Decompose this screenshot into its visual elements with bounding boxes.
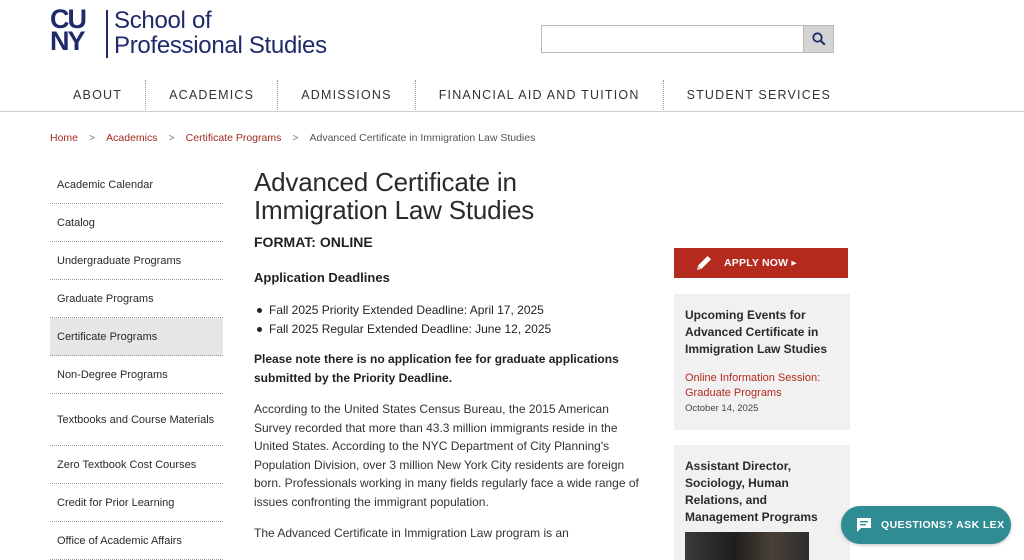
sidebar-item-non-degree-programs[interactable]: Non-Degree Programs bbox=[50, 356, 223, 394]
breadcrumb: Home > Academics > Certificate Programs … bbox=[50, 132, 535, 144]
apply-now-button[interactable]: APPLY NOW ▸ bbox=[674, 248, 848, 278]
nav-divider bbox=[0, 111, 1024, 112]
deadlines-heading: Application Deadlines bbox=[254, 270, 390, 285]
sidebar-item-undergraduate-programs[interactable]: Undergraduate Programs bbox=[50, 242, 223, 280]
intro-paragraph: According to the United States Census Bu… bbox=[254, 402, 639, 509]
breadcrumb-certificate-programs[interactable]: Certificate Programs bbox=[186, 132, 282, 144]
sidebar-item-credit-prior-learning[interactable]: Credit for Prior Learning bbox=[50, 484, 223, 522]
breadcrumb-current: Advanced Certificate in Immigration Law … bbox=[309, 132, 536, 144]
deadlines-list: Fall 2025 Priority Extended Deadline: Ap… bbox=[256, 301, 639, 338]
nav-item-about[interactable]: ABOUT bbox=[50, 80, 147, 110]
search-icon bbox=[811, 32, 826, 46]
pencil-icon bbox=[694, 253, 714, 273]
sidebar-item-textbooks[interactable]: Textbooks and Course Materials bbox=[50, 394, 223, 446]
search-button[interactable] bbox=[803, 25, 834, 53]
chat-label: QUESTIONS? ASK LEX bbox=[881, 519, 1005, 531]
sidebar-item-zero-textbook-cost[interactable]: Zero Textbook Cost Courses bbox=[50, 446, 223, 484]
sidebar-item-catalog[interactable]: Catalog bbox=[50, 204, 223, 242]
sidebar-nav: Academic Calendar Catalog Undergraduate … bbox=[50, 166, 223, 560]
deadline-item: Fall 2025 Priority Extended Deadline: Ap… bbox=[256, 301, 639, 320]
breadcrumb-home[interactable]: Home bbox=[50, 132, 78, 144]
site-logo[interactable]: CU NY School of Professional Studies bbox=[50, 6, 327, 58]
sidebar-item-graduate-programs[interactable]: Graduate Programs bbox=[50, 280, 223, 318]
cuny-logo-mark: CU NY bbox=[50, 6, 102, 56]
ask-lex-chat-button[interactable]: QUESTIONS? ASK LEX bbox=[841, 506, 1011, 544]
event-date: October 14, 2025 bbox=[685, 403, 759, 414]
logo-divider bbox=[106, 10, 108, 58]
main-content: Advanced Certificate in Immigration Law … bbox=[254, 168, 639, 542]
breadcrumb-separator: > bbox=[292, 132, 299, 144]
logo-text: School of Professional Studies bbox=[114, 8, 327, 58]
main-nav: ABOUT ACADEMICS ADMISSIONS FINANCIAL AID… bbox=[50, 80, 854, 110]
program-format: FORMAT: ONLINE bbox=[254, 234, 373, 250]
staff-title: Assistant Director, Sociology, Human Rel… bbox=[685, 459, 818, 524]
breadcrumb-separator: > bbox=[89, 132, 96, 144]
events-title: Upcoming Events for Advanced Certificate… bbox=[685, 308, 828, 356]
nav-item-academics[interactable]: ACADEMICS bbox=[146, 80, 279, 110]
breadcrumb-separator: > bbox=[168, 132, 175, 144]
staff-photo bbox=[685, 532, 809, 560]
logo-mark-line2: NY bbox=[50, 26, 86, 56]
logo-text-line1: School of bbox=[114, 7, 212, 34]
staff-contact-panel: Assistant Director, Sociology, Human Rel… bbox=[674, 445, 850, 560]
logo-text-line2: Professional Studies bbox=[114, 32, 327, 59]
deadline-item: Fall 2025 Regular Extended Deadline: Jun… bbox=[256, 320, 639, 339]
program-paragraph: The Advanced Certificate in Immigration … bbox=[254, 525, 569, 540]
page-title: Advanced Certificate in Immigration Law … bbox=[254, 167, 535, 225]
nav-item-student-services[interactable]: STUDENT SERVICES bbox=[664, 80, 854, 110]
sidebar-item-certificate-programs[interactable]: Certificate Programs bbox=[50, 318, 223, 356]
sidebar-item-academic-calendar[interactable]: Academic Calendar bbox=[50, 166, 223, 204]
sidebar-item-academic-affairs[interactable]: Office of Academic Affairs bbox=[50, 522, 223, 560]
apply-now-label: APPLY NOW ▸ bbox=[724, 257, 797, 269]
nav-item-financial-aid[interactable]: FINANCIAL AID AND TUITION bbox=[416, 80, 664, 110]
nav-item-admissions[interactable]: ADMISSIONS bbox=[278, 80, 416, 110]
application-fee-note: Please note there is no application fee … bbox=[254, 352, 619, 385]
breadcrumb-academics[interactable]: Academics bbox=[106, 132, 157, 144]
event-link[interactable]: Online Information Session: Graduate Pro… bbox=[685, 371, 839, 400]
chat-icon bbox=[857, 518, 871, 532]
upcoming-events-panel: Upcoming Events for Advanced Certificate… bbox=[674, 294, 850, 430]
search-input[interactable] bbox=[541, 25, 804, 53]
